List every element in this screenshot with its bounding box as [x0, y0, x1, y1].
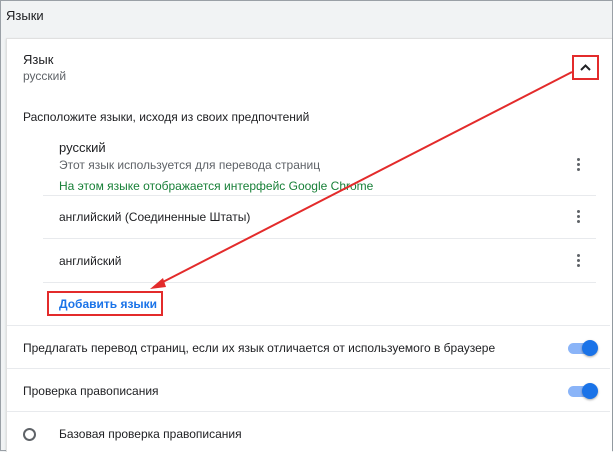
- language-item-name: английский (Соединенные Штаты): [59, 210, 251, 224]
- divider: [7, 325, 610, 326]
- divider: [43, 238, 596, 239]
- offer-translate-label: Предлагать перевод страниц, если их язык…: [23, 341, 496, 355]
- basic-spellcheck-label: Базовая проверка правописания: [59, 427, 242, 441]
- more-icon[interactable]: [574, 252, 584, 270]
- language-item-name: английский: [59, 254, 122, 268]
- offer-translate-toggle[interactable]: [568, 339, 598, 357]
- language-item-name: русский: [59, 140, 106, 155]
- more-icon[interactable]: [574, 156, 584, 174]
- add-languages-button[interactable]: Добавить языки: [59, 297, 157, 311]
- divider: [7, 411, 610, 412]
- collapse-highlight[interactable]: [572, 55, 599, 80]
- language-heading: Язык: [23, 52, 54, 67]
- divider: [43, 282, 596, 283]
- order-label: Расположите языки, исходя из своих предп…: [23, 110, 310, 124]
- interface-note: На этом языке отображается интерфейс Goo…: [59, 179, 374, 193]
- divider: [43, 195, 596, 196]
- divider: [7, 368, 610, 369]
- current-language: русский: [23, 69, 67, 83]
- spellcheck-label: Проверка правописания: [23, 384, 159, 398]
- more-icon[interactable]: [574, 208, 584, 226]
- spellcheck-toggle[interactable]: [568, 382, 598, 400]
- translate-note: Этот язык используется для перевода стра…: [59, 158, 321, 172]
- chevron-up-icon[interactable]: [574, 57, 597, 78]
- basic-spellcheck-radio[interactable]: [23, 428, 36, 441]
- section-title: Языки: [6, 8, 44, 23]
